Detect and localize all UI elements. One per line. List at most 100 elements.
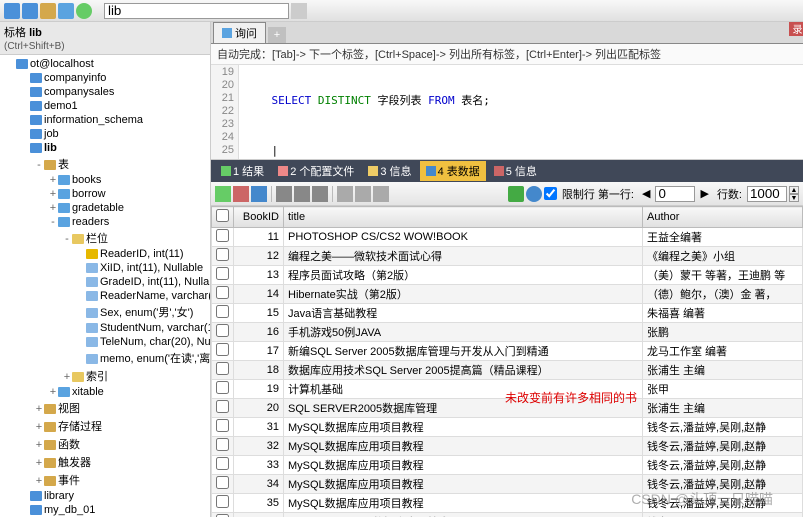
- table-row[interactable]: 16手机游戏50例JAVA张鹏: [212, 323, 803, 342]
- tree-item[interactable]: +索引: [2, 367, 208, 385]
- tree-item[interactable]: +xitable: [2, 385, 208, 399]
- refresh-data-icon[interactable]: [526, 186, 542, 202]
- data-grid[interactable]: BookID title Author 11PHOTOSHOP CS/CS2 W…: [211, 206, 803, 517]
- tree-item[interactable]: -readers: [2, 215, 208, 229]
- row-checkbox[interactable]: [216, 438, 229, 451]
- row-count-input[interactable]: [747, 186, 787, 202]
- row-checkbox[interactable]: [216, 476, 229, 489]
- tree-item[interactable]: +触发器: [2, 453, 208, 471]
- row-checkbox[interactable]: [216, 419, 229, 432]
- side-tab[interactable]: 录: [789, 22, 803, 36]
- table-row[interactable]: 20SQL SERVER2005数据库管理张浦生 主编: [212, 399, 803, 418]
- col-bookid[interactable]: BookID: [234, 207, 284, 228]
- delete-row-icon[interactable]: [233, 186, 249, 202]
- tree-item[interactable]: companyinfo: [2, 71, 208, 85]
- tree-item[interactable]: TeleNum, char(20), Nullable: [2, 335, 208, 349]
- grid-icon[interactable]: [276, 186, 292, 202]
- tree-item[interactable]: +事件: [2, 471, 208, 489]
- tree-item[interactable]: +books: [2, 173, 208, 187]
- table-row[interactable]: 11PHOTOSHOP CS/CS2 WOW!BOOK王益全编著: [212, 228, 803, 247]
- tab-result[interactable]: 1 结果: [215, 161, 270, 181]
- row-checkbox[interactable]: [216, 362, 229, 375]
- table-row[interactable]: 12编程之美——微软技术面试心得《编程之美》小组: [212, 247, 803, 266]
- toolbar-icon[interactable]: [22, 3, 38, 19]
- col-title[interactable]: title: [284, 207, 643, 228]
- row-checkbox[interactable]: [216, 495, 229, 508]
- table-row[interactable]: 32MySQL数据库应用项目教程钱冬云,潘益婷,吴刚,赵静: [212, 437, 803, 456]
- save-icon[interactable]: [251, 186, 267, 202]
- code-area[interactable]: SELECT DISTINCT 字段列表 FROM 表名; |: [239, 65, 803, 159]
- export-icon[interactable]: [337, 186, 353, 202]
- prev-page-icon[interactable]: ◀: [639, 187, 653, 200]
- tree-item[interactable]: StudentNum, varchar(10), Nullable: [2, 321, 208, 335]
- row-checkbox[interactable]: [216, 343, 229, 356]
- new-tab-button[interactable]: +: [268, 27, 286, 43]
- text-icon[interactable]: [312, 186, 328, 202]
- limit-rows-checkbox[interactable]: [544, 187, 557, 200]
- tree-item[interactable]: +borrow: [2, 187, 208, 201]
- row-checkbox[interactable]: [216, 267, 229, 280]
- row-checkbox[interactable]: [216, 229, 229, 242]
- tree-item[interactable]: GradeID, int(11), Nullable: [2, 275, 208, 289]
- toolbar-icon[interactable]: [40, 3, 56, 19]
- import-icon[interactable]: [355, 186, 371, 202]
- col-author[interactable]: Author: [643, 207, 803, 228]
- table-row[interactable]: 34MySQL数据库应用项目教程钱冬云,潘益婷,吴刚,赵静: [212, 475, 803, 494]
- tree-item[interactable]: ot@localhost: [2, 57, 208, 71]
- tab-profiles[interactable]: 2 个配置文件: [272, 161, 360, 181]
- tree-item[interactable]: +gradetable: [2, 201, 208, 215]
- row-checkbox[interactable]: [216, 286, 229, 299]
- path-input[interactable]: [104, 3, 289, 19]
- table-row[interactable]: 13程序员面试攻略（第2版）（美）蒙干 等著，王迪鹏 等: [212, 266, 803, 285]
- query-tab[interactable]: 询问: [213, 22, 266, 43]
- tree-item[interactable]: ReaderName, varchar(50), Nullable: [2, 289, 208, 303]
- filter-icon[interactable]: [508, 186, 524, 202]
- dropdown-icon[interactable]: [291, 3, 307, 19]
- tree-item[interactable]: demo1: [2, 99, 208, 113]
- tree-item[interactable]: job: [2, 127, 208, 141]
- table-row[interactable]: 17新编SQL Server 2005数据库管理与开发从入门到精通龙马工作室 编…: [212, 342, 803, 361]
- table-row[interactable]: 36SQL Server 2014数据库应用技术钱冬云: [212, 513, 803, 517]
- tab-messages[interactable]: 5 信息: [488, 161, 543, 181]
- tab-table-data[interactable]: 4 表数据: [420, 161, 486, 181]
- next-page-icon[interactable]: ▶: [697, 187, 711, 200]
- row-checkbox[interactable]: [216, 324, 229, 337]
- row-checkbox[interactable]: [216, 457, 229, 470]
- row-checkbox[interactable]: [216, 381, 229, 394]
- tree-item[interactable]: Sex, enum('男','女'): [2, 303, 208, 321]
- tree-item[interactable]: +存储过程: [2, 417, 208, 435]
- table-row[interactable]: 14Hibernate实战（第2版）（德）鲍尔，（澳）金 著，: [212, 285, 803, 304]
- tree-item[interactable]: lib: [2, 141, 208, 155]
- tree-item[interactable]: -表: [2, 155, 208, 173]
- first-row-input[interactable]: [655, 186, 695, 202]
- refresh-icon[interactable]: [76, 3, 92, 19]
- table-row[interactable]: 18数据库应用技术SQL Server 2005提高篇（精品课程）张浦生 主编: [212, 361, 803, 380]
- tree-item[interactable]: -栏位: [2, 229, 208, 247]
- tab-info[interactable]: 3 信息: [362, 161, 417, 181]
- row-checkbox[interactable]: [216, 305, 229, 318]
- form-icon[interactable]: [294, 186, 310, 202]
- tree-item[interactable]: companysales: [2, 85, 208, 99]
- table-row[interactable]: 35MySQL数据库应用项目教程钱冬云,潘益婷,吴刚,赵静: [212, 494, 803, 513]
- tree-item[interactable]: memo, enum('在读','离校'), Nullabl: [2, 349, 208, 367]
- tree-item[interactable]: +函数: [2, 435, 208, 453]
- tree-item[interactable]: +视图: [2, 399, 208, 417]
- table-row[interactable]: 31MySQL数据库应用项目教程钱冬云,潘益婷,吴刚,赵静: [212, 418, 803, 437]
- table-row[interactable]: 33MySQL数据库应用项目教程钱冬云,潘益婷,吴刚,赵静: [212, 456, 803, 475]
- copy-icon[interactable]: [373, 186, 389, 202]
- tree-item[interactable]: ReaderID, int(11): [2, 247, 208, 261]
- table-row[interactable]: 15Java语言基础教程朱福喜 编著: [212, 304, 803, 323]
- tree-item[interactable]: information_schema: [2, 113, 208, 127]
- row-checkbox[interactable]: [216, 400, 229, 413]
- tree-item[interactable]: XiID, int(11), Nullable: [2, 261, 208, 275]
- sql-editor[interactable]: 19202122232425 SELECT DISTINCT 字段列表 FROM…: [211, 65, 803, 160]
- add-row-icon[interactable]: [215, 186, 231, 202]
- tree-item[interactable]: my_db_01: [2, 503, 208, 517]
- table-row[interactable]: 19计算机基础张甲: [212, 380, 803, 399]
- row-checkbox[interactable]: [216, 248, 229, 261]
- select-all-header[interactable]: [212, 207, 234, 228]
- toolbar-icon[interactable]: [58, 3, 74, 19]
- tree-view[interactable]: ot@localhostcompanyinfocompanysalesdemo1…: [0, 55, 210, 517]
- tree-item[interactable]: library: [2, 489, 208, 503]
- row-spinner[interactable]: ▲▼: [789, 186, 799, 202]
